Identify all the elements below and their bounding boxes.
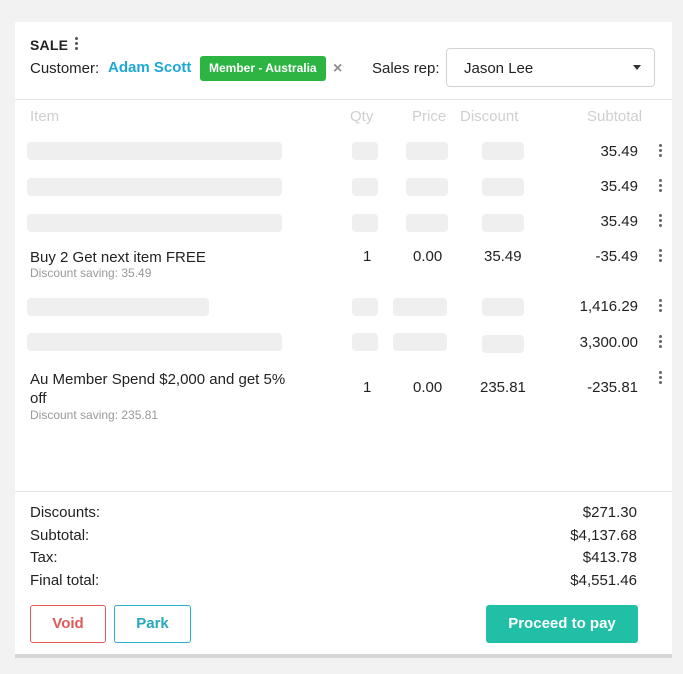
void-button[interactable]: Void [30, 605, 106, 643]
row-qty: 1 [363, 248, 372, 265]
row-subtotal: -235.81 [587, 379, 638, 396]
qty-placeholder [352, 298, 378, 316]
row-subtotal: 35.49 [600, 213, 638, 230]
row-subtotal: 1,416.29 [579, 298, 638, 315]
column-header-qty: Qty [350, 108, 374, 125]
page-title: SALE [30, 37, 69, 53]
price-placeholder [406, 178, 448, 196]
row-discount: 235.81 [480, 379, 526, 396]
item-name: Au Member Spend $2,000 and get 5% off [30, 371, 286, 407]
chevron-down-icon [633, 65, 641, 70]
row-menu-kebab-icon[interactable] [657, 371, 663, 387]
item-placeholder [27, 178, 282, 196]
sale-panel: SALE Customer: Adam Scott Member - Austr… [15, 22, 672, 658]
qty-placeholder [352, 178, 378, 196]
row-qty: 1 [363, 379, 372, 396]
row-price: 0.00 [413, 379, 443, 396]
item-placeholder [27, 142, 282, 160]
row-subtotal: 3,300.00 [579, 334, 638, 351]
row-menu-kebab-icon[interactable] [657, 335, 663, 351]
sales-rep-value: Jason Lee [464, 60, 534, 77]
price-placeholder [406, 214, 448, 232]
tax-value: $413.78 [582, 549, 637, 566]
discount-saving: Discount saving: 35.49 [30, 266, 152, 280]
qty-placeholder [352, 142, 378, 160]
park-button[interactable]: Park [114, 605, 191, 643]
qty-placeholder [352, 214, 378, 232]
final-total-label: Final total: [30, 572, 100, 589]
sale-header: SALE Customer: Adam Scott Member - Austr… [15, 22, 672, 100]
row-menu-kebab-icon[interactable] [657, 144, 663, 160]
item-placeholder [27, 214, 282, 232]
customer-label: Customer: [30, 60, 100, 77]
row-subtotal: -35.49 [595, 248, 638, 265]
sale-menu-kebab-icon[interactable] [72, 37, 80, 53]
item-placeholder [27, 298, 209, 316]
discount-placeholder [482, 298, 524, 316]
sales-rep-select[interactable]: Jason Lee [446, 48, 655, 87]
discount-placeholder [482, 178, 524, 196]
member-badge: Member - Australia [200, 56, 326, 81]
item-placeholder [27, 333, 282, 351]
customer-name-link[interactable]: Adam Scott [108, 59, 191, 76]
row-subtotal: 35.49 [600, 143, 638, 160]
proceed-to-pay-button[interactable]: Proceed to pay [486, 605, 638, 643]
column-header-discount: Discount [460, 108, 519, 125]
row-subtotal: 35.49 [600, 178, 638, 195]
qty-placeholder [352, 333, 378, 351]
row-price: 0.00 [413, 248, 443, 265]
subtotal-label: Subtotal: [30, 527, 90, 544]
row-menu-kebab-icon[interactable] [657, 249, 663, 265]
discount-placeholder [482, 335, 524, 353]
column-header-price: Price [412, 108, 447, 125]
price-placeholder [393, 333, 447, 351]
row-menu-kebab-icon[interactable] [657, 299, 663, 315]
discount-saving: Discount saving: 235.81 [30, 408, 159, 422]
tax-label: Tax: [30, 549, 58, 566]
discount-placeholder [482, 214, 524, 232]
row-menu-kebab-icon[interactable] [657, 214, 663, 230]
price-placeholder [393, 298, 447, 316]
price-placeholder [406, 142, 448, 160]
column-header-item: Item [30, 108, 60, 125]
sales-rep-label: Sales rep: [372, 60, 440, 77]
totals-divider [15, 491, 672, 492]
discount-placeholder [482, 142, 524, 160]
discounts-label: Discounts: [30, 504, 101, 521]
row-menu-kebab-icon[interactable] [657, 179, 663, 195]
item-name: Buy 2 Get next item FREE [30, 249, 206, 266]
subtotal-value: $4,137.68 [570, 527, 637, 544]
remove-customer-close-icon[interactable]: × [333, 60, 342, 78]
column-header-subtotal: Subtotal [587, 108, 643, 125]
final-total-value: $4,551.46 [570, 572, 637, 589]
discounts-value: $271.30 [582, 504, 637, 521]
row-discount: 35.49 [484, 248, 522, 265]
